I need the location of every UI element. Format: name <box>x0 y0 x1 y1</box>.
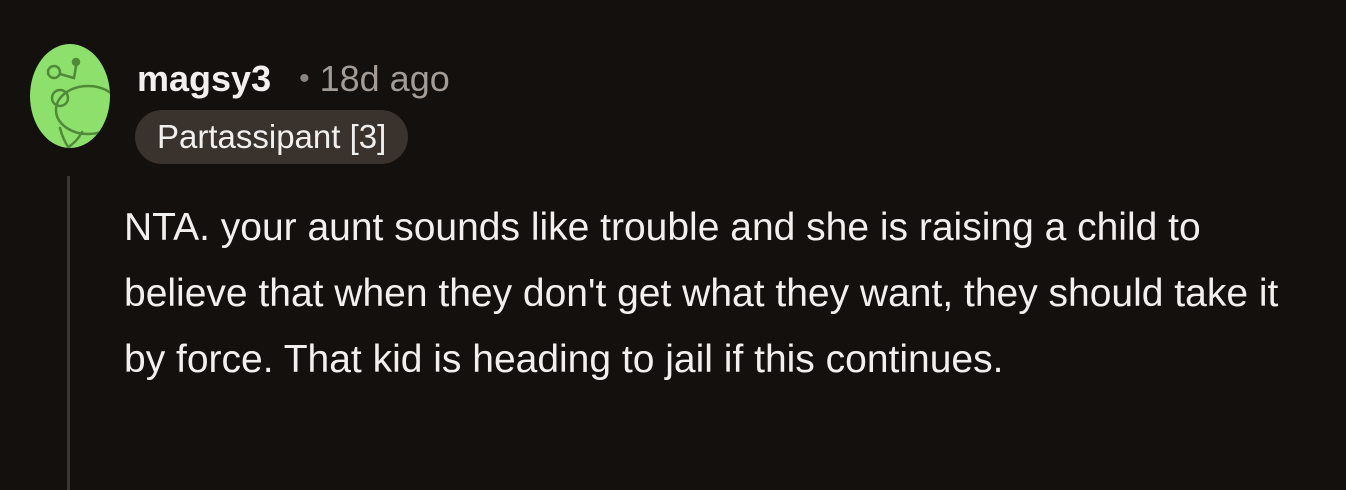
comment-meta: magsy3 • 18d ago <box>137 56 450 102</box>
user-avatar[interactable] <box>30 44 110 148</box>
timestamp[interactable]: 18d ago <box>320 58 450 100</box>
comment: magsy3 • 18d ago Partassipant [3] NTA. y… <box>0 0 1346 490</box>
snoo-avatar-icon <box>30 44 110 148</box>
comment-body: NTA. your aunt sounds like trouble and s… <box>124 206 1279 381</box>
username-link[interactable]: magsy3 <box>137 58 271 100</box>
user-flair: Partassipant [3] <box>135 110 409 164</box>
thread-line[interactable] <box>67 176 70 490</box>
meta-separator: • <box>299 62 310 95</box>
